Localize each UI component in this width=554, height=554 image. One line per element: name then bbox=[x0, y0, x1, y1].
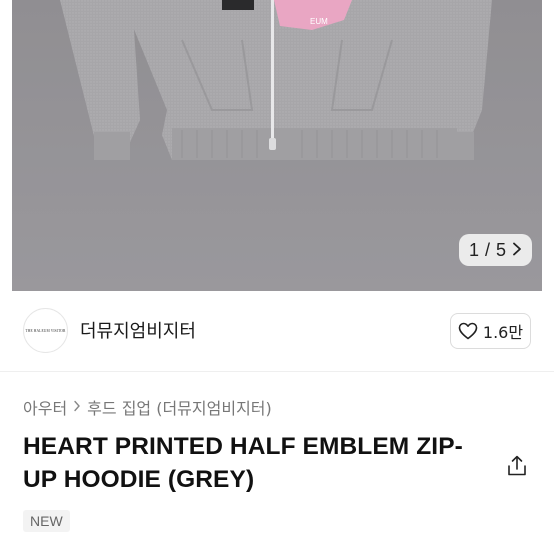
gallery-pager[interactable]: 1 / 5 bbox=[458, 234, 532, 266]
breadcrumb: 아우터 후드 집업 (더뮤지엄비지터) bbox=[23, 395, 272, 419]
brand-row: THE HALEUM VISITOR 더뮤지엄비지터 1.6만 bbox=[0, 304, 554, 360]
pager-total: 5 bbox=[495, 239, 506, 260]
new-badge: NEW bbox=[23, 510, 70, 532]
pager-separator: / bbox=[484, 239, 490, 260]
breadcrumb-item-hood-zipup[interactable]: 후드 집업 (더뮤지엄비지터) bbox=[87, 395, 272, 419]
brand-logo-text: THE HALEUM VISITOR bbox=[25, 328, 66, 333]
chevron-right-icon bbox=[73, 398, 81, 416]
like-button[interactable]: 1.6만 bbox=[450, 313, 531, 349]
product-image[interactable]: EUM 1 / 5 bbox=[12, 0, 542, 291]
brand-name[interactable]: 더뮤지엄비지터 bbox=[80, 317, 196, 343]
product-title: HEART PRINTED HALF EMBLEM ZIP-UP HOODIE … bbox=[23, 433, 463, 493]
breadcrumb-item-outer[interactable]: 아우터 bbox=[23, 395, 67, 419]
svg-text:EUM: EUM bbox=[310, 17, 328, 26]
product-gallery[interactable]: EUM 1 / 5 bbox=[0, 0, 554, 291]
divider bbox=[0, 371, 554, 372]
share-icon[interactable] bbox=[505, 454, 529, 478]
chevron-right-icon[interactable] bbox=[512, 241, 522, 259]
like-count: 1.6만 bbox=[482, 323, 524, 342]
pager-current: 1 bbox=[468, 239, 479, 260]
heart-outline-icon bbox=[458, 322, 478, 340]
brand-logo[interactable]: THE HALEUM VISITOR bbox=[23, 308, 68, 353]
